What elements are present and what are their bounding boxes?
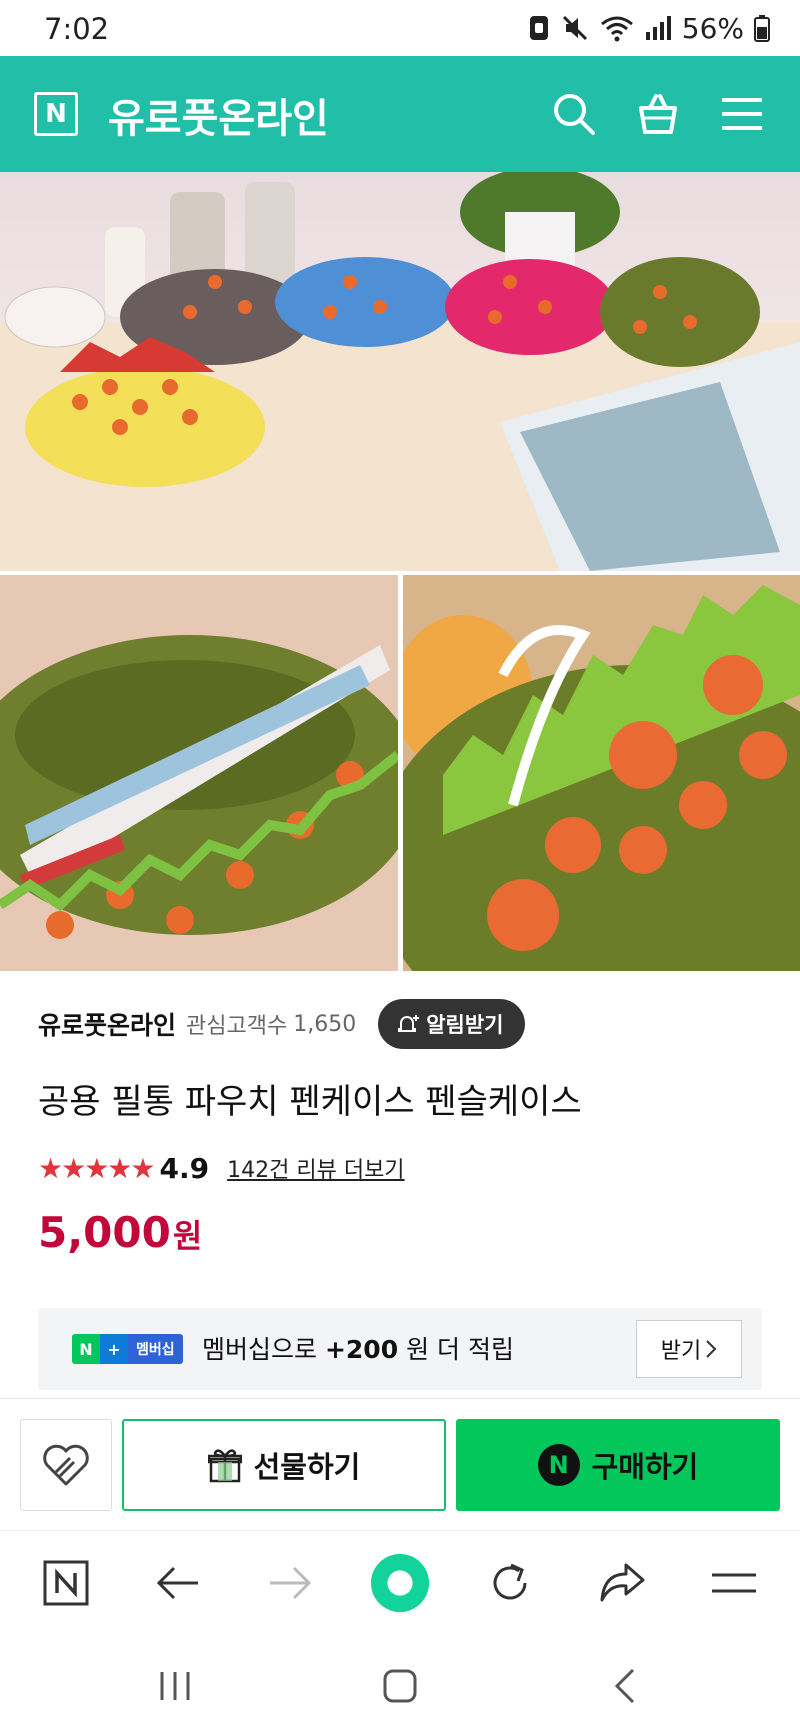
product-image-main[interactable] [0,172,800,571]
membership-receive-label: 받기 [660,1339,702,1364]
gift-button-label: 선물하기 [253,1450,361,1484]
store-row: 유로풋온라인 관심고객수 1,650 알림받기 [38,998,526,1050]
home-icon [383,1669,417,1703]
naver-home-icon [43,1560,89,1606]
system-navigation-bar [0,1634,800,1733]
green-dot-button[interactable] [370,1553,430,1613]
alarm-button[interactable]: 알림받기 [378,999,526,1049]
product-image-detail-2[interactable] [403,575,800,971]
product-title: 공용 필통 파우치 펜케이스 펜슬케이스 [38,1082,582,1122]
shop-title[interactable]: 유로풋온라인 [108,86,329,144]
price-row: 5,000 원 [38,1208,202,1257]
home-button[interactable] [375,1664,425,1708]
membership-points: +200 [324,1335,399,1364]
rating-stars: ★★★★★ [38,1151,156,1185]
alarm-button-label: 알림받기 [426,1013,504,1037]
mute-icon [562,15,587,41]
wishlist-button[interactable] [20,1419,112,1511]
arrow-left-icon [156,1566,198,1600]
store-name[interactable]: 유로풋온라인 [38,1006,176,1042]
heart-icon [43,1444,89,1486]
membership-text: 멤버십으로 +200 원 더 적립 [202,1330,514,1366]
interest-label: 관심고객수 [186,1014,288,1039]
chevron-right-icon [706,1340,717,1358]
hamburger-icon [712,1573,756,1593]
status-time: 7:02 [44,12,110,46]
status-icons: 56% [528,10,770,46]
battery-icon [754,15,770,42]
forward-button[interactable] [260,1553,320,1613]
badge-plus: + [100,1334,128,1364]
purchase-action-bar: 선물하기 N 구매하기 [0,1398,800,1526]
review-link[interactable]: 142건 리뷰 더보기 [227,1152,404,1184]
back-chevron-icon [614,1668,635,1704]
recent-apps-icon [160,1672,190,1700]
product-image-detail-1[interactable] [0,575,398,971]
membership-receive-button[interactable]: 받기 [636,1320,742,1378]
browser-toolbar [0,1530,800,1634]
naver-home-button[interactable] [36,1553,96,1613]
rating-row: ★★★★★ 4.9 142건 리뷰 더보기 [38,1148,405,1188]
price-currency: 원 [172,1217,203,1255]
menu-icon[interactable] [718,90,766,138]
search-icon[interactable] [550,90,598,138]
share-button[interactable] [592,1553,652,1613]
status-bar: 7:02 56% [0,0,800,56]
badge-text: 멤버십 [128,1334,183,1364]
system-back-button[interactable] [600,1664,650,1708]
recent-apps-button[interactable] [150,1664,200,1708]
bell-plus-icon [398,1015,420,1032]
price-value: 5,000 [38,1208,171,1257]
nfc-icon [529,16,548,40]
gift-button[interactable]: 선물하기 [122,1419,446,1511]
back-button[interactable] [148,1553,208,1613]
arrow-right-icon [270,1566,312,1600]
rating-value: 4.9 [159,1151,210,1185]
membership-suffix: 원 더 적립 [406,1335,514,1364]
green-dot-icon [370,1553,430,1613]
refresh-icon [493,1563,527,1600]
interest-count: 1,650 [293,1011,357,1037]
badge-n: N [72,1334,100,1364]
refresh-button[interactable] [480,1553,540,1613]
gift-icon [207,1449,242,1483]
buy-button-label: 구매하기 [591,1450,699,1484]
signal-icon [645,16,671,40]
naver-pay-icon: N [537,1444,580,1486]
app-header: N 유로풋온라인 [0,56,800,172]
battery-percent: 56% [681,11,744,45]
membership-prefix: 멤버십으로 [202,1335,318,1364]
naver-plus-membership-badge: N + 멤버십 [72,1334,183,1364]
buy-button[interactable]: N 구매하기 [456,1419,780,1511]
naver-logo[interactable]: N [34,92,78,136]
browser-menu-button[interactable] [704,1553,764,1613]
cart-icon[interactable] [634,90,682,138]
share-icon [600,1563,645,1602]
wifi-icon [600,16,633,42]
membership-banner: N + 멤버십 멤버십으로 +200 원 더 적립 받기 [38,1308,762,1390]
